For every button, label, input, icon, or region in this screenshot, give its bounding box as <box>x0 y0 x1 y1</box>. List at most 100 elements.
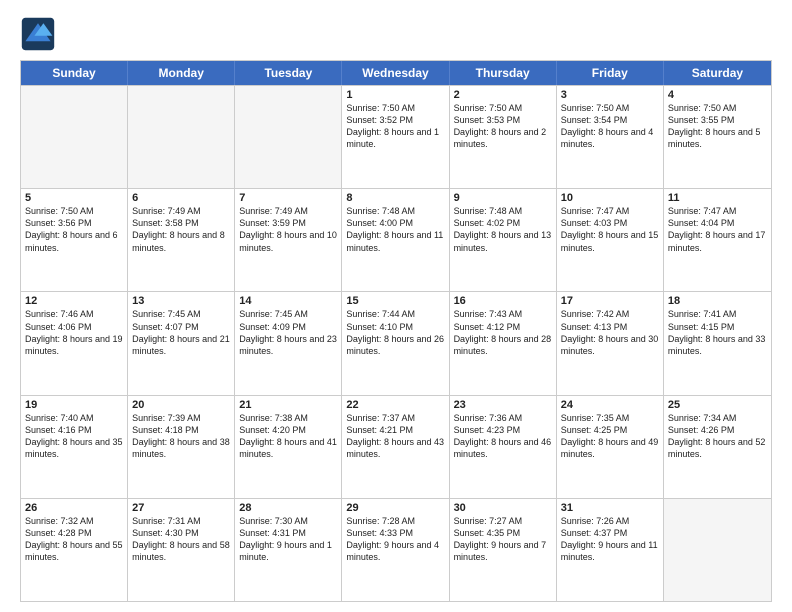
calendar-day-cell: 30Sunrise: 7:27 AM Sunset: 4:35 PM Dayli… <box>450 499 557 601</box>
calendar-week-row: 5Sunrise: 7:50 AM Sunset: 3:56 PM Daylig… <box>21 188 771 291</box>
day-number: 19 <box>25 399 123 411</box>
calendar-day-cell: 13Sunrise: 7:45 AM Sunset: 4:07 PM Dayli… <box>128 292 235 394</box>
day-number: 2 <box>454 89 552 101</box>
day-number: 25 <box>668 399 767 411</box>
day-number: 17 <box>561 295 659 307</box>
calendar-day-cell: 15Sunrise: 7:44 AM Sunset: 4:10 PM Dayli… <box>342 292 449 394</box>
day-info: Sunrise: 7:43 AM Sunset: 4:12 PM Dayligh… <box>454 308 552 357</box>
calendar-day-cell: 31Sunrise: 7:26 AM Sunset: 4:37 PM Dayli… <box>557 499 664 601</box>
calendar-day-cell: 18Sunrise: 7:41 AM Sunset: 4:15 PM Dayli… <box>664 292 771 394</box>
day-info: Sunrise: 7:45 AM Sunset: 4:07 PM Dayligh… <box>132 308 230 357</box>
day-info: Sunrise: 7:31 AM Sunset: 4:30 PM Dayligh… <box>132 515 230 564</box>
day-number: 7 <box>239 192 337 204</box>
weekday-header: Saturday <box>664 61 771 85</box>
day-number: 11 <box>668 192 767 204</box>
calendar-day-cell: 6Sunrise: 7:49 AM Sunset: 3:58 PM Daylig… <box>128 189 235 291</box>
calendar-day-cell: 5Sunrise: 7:50 AM Sunset: 3:56 PM Daylig… <box>21 189 128 291</box>
logo <box>20 16 60 52</box>
calendar-day-cell: 28Sunrise: 7:30 AM Sunset: 4:31 PM Dayli… <box>235 499 342 601</box>
calendar-day-cell: 8Sunrise: 7:48 AM Sunset: 4:00 PM Daylig… <box>342 189 449 291</box>
day-number: 3 <box>561 89 659 101</box>
day-number: 30 <box>454 502 552 514</box>
weekday-header: Tuesday <box>235 61 342 85</box>
calendar-week-row: 1Sunrise: 7:50 AM Sunset: 3:52 PM Daylig… <box>21 85 771 188</box>
day-info: Sunrise: 7:50 AM Sunset: 3:56 PM Dayligh… <box>25 205 123 254</box>
day-info: Sunrise: 7:48 AM Sunset: 4:00 PM Dayligh… <box>346 205 444 254</box>
calendar-day-cell: 7Sunrise: 7:49 AM Sunset: 3:59 PM Daylig… <box>235 189 342 291</box>
calendar-day-cell: 16Sunrise: 7:43 AM Sunset: 4:12 PM Dayli… <box>450 292 557 394</box>
day-info: Sunrise: 7:38 AM Sunset: 4:20 PM Dayligh… <box>239 412 337 461</box>
day-info: Sunrise: 7:35 AM Sunset: 4:25 PM Dayligh… <box>561 412 659 461</box>
day-number: 29 <box>346 502 444 514</box>
calendar-day-cell: 17Sunrise: 7:42 AM Sunset: 4:13 PM Dayli… <box>557 292 664 394</box>
day-number: 27 <box>132 502 230 514</box>
day-number: 24 <box>561 399 659 411</box>
calendar-day-cell: 20Sunrise: 7:39 AM Sunset: 4:18 PM Dayli… <box>128 396 235 498</box>
day-info: Sunrise: 7:45 AM Sunset: 4:09 PM Dayligh… <box>239 308 337 357</box>
day-info: Sunrise: 7:39 AM Sunset: 4:18 PM Dayligh… <box>132 412 230 461</box>
calendar-day-cell: 11Sunrise: 7:47 AM Sunset: 4:04 PM Dayli… <box>664 189 771 291</box>
page: SundayMondayTuesdayWednesdayThursdayFrid… <box>0 0 792 612</box>
calendar-day-cell: 24Sunrise: 7:35 AM Sunset: 4:25 PM Dayli… <box>557 396 664 498</box>
calendar-day-cell: 22Sunrise: 7:37 AM Sunset: 4:21 PM Dayli… <box>342 396 449 498</box>
day-info: Sunrise: 7:46 AM Sunset: 4:06 PM Dayligh… <box>25 308 123 357</box>
day-info: Sunrise: 7:50 AM Sunset: 3:52 PM Dayligh… <box>346 102 444 151</box>
calendar-day-cell: 29Sunrise: 7:28 AM Sunset: 4:33 PM Dayli… <box>342 499 449 601</box>
weekday-header: Sunday <box>21 61 128 85</box>
day-info: Sunrise: 7:50 AM Sunset: 3:54 PM Dayligh… <box>561 102 659 151</box>
calendar-week-row: 19Sunrise: 7:40 AM Sunset: 4:16 PM Dayli… <box>21 395 771 498</box>
calendar-day-cell: 26Sunrise: 7:32 AM Sunset: 4:28 PM Dayli… <box>21 499 128 601</box>
day-number: 31 <box>561 502 659 514</box>
calendar-header: SundayMondayTuesdayWednesdayThursdayFrid… <box>21 61 771 85</box>
weekday-header: Wednesday <box>342 61 449 85</box>
day-number: 5 <box>25 192 123 204</box>
day-number: 14 <box>239 295 337 307</box>
weekday-header: Thursday <box>450 61 557 85</box>
calendar-day-cell: 23Sunrise: 7:36 AM Sunset: 4:23 PM Dayli… <box>450 396 557 498</box>
day-info: Sunrise: 7:37 AM Sunset: 4:21 PM Dayligh… <box>346 412 444 461</box>
day-number: 15 <box>346 295 444 307</box>
calendar-day-cell: 27Sunrise: 7:31 AM Sunset: 4:30 PM Dayli… <box>128 499 235 601</box>
day-number: 8 <box>346 192 444 204</box>
calendar-empty-cell <box>664 499 771 601</box>
day-number: 4 <box>668 89 767 101</box>
day-info: Sunrise: 7:32 AM Sunset: 4:28 PM Dayligh… <box>25 515 123 564</box>
calendar-day-cell: 1Sunrise: 7:50 AM Sunset: 3:52 PM Daylig… <box>342 86 449 188</box>
day-number: 16 <box>454 295 552 307</box>
calendar-empty-cell <box>128 86 235 188</box>
day-info: Sunrise: 7:30 AM Sunset: 4:31 PM Dayligh… <box>239 515 337 564</box>
calendar-day-cell: 21Sunrise: 7:38 AM Sunset: 4:20 PM Dayli… <box>235 396 342 498</box>
day-info: Sunrise: 7:28 AM Sunset: 4:33 PM Dayligh… <box>346 515 444 564</box>
calendar: SundayMondayTuesdayWednesdayThursdayFrid… <box>20 60 772 602</box>
day-info: Sunrise: 7:36 AM Sunset: 4:23 PM Dayligh… <box>454 412 552 461</box>
day-number: 12 <box>25 295 123 307</box>
calendar-day-cell: 14Sunrise: 7:45 AM Sunset: 4:09 PM Dayli… <box>235 292 342 394</box>
calendar-day-cell: 10Sunrise: 7:47 AM Sunset: 4:03 PM Dayli… <box>557 189 664 291</box>
calendar-day-cell: 19Sunrise: 7:40 AM Sunset: 4:16 PM Dayli… <box>21 396 128 498</box>
day-number: 26 <box>25 502 123 514</box>
weekday-header: Friday <box>557 61 664 85</box>
day-info: Sunrise: 7:26 AM Sunset: 4:37 PM Dayligh… <box>561 515 659 564</box>
calendar-day-cell: 4Sunrise: 7:50 AM Sunset: 3:55 PM Daylig… <box>664 86 771 188</box>
day-info: Sunrise: 7:48 AM Sunset: 4:02 PM Dayligh… <box>454 205 552 254</box>
calendar-day-cell: 2Sunrise: 7:50 AM Sunset: 3:53 PM Daylig… <box>450 86 557 188</box>
day-info: Sunrise: 7:41 AM Sunset: 4:15 PM Dayligh… <box>668 308 767 357</box>
day-info: Sunrise: 7:44 AM Sunset: 4:10 PM Dayligh… <box>346 308 444 357</box>
day-number: 20 <box>132 399 230 411</box>
calendar-day-cell: 25Sunrise: 7:34 AM Sunset: 4:26 PM Dayli… <box>664 396 771 498</box>
day-info: Sunrise: 7:47 AM Sunset: 4:03 PM Dayligh… <box>561 205 659 254</box>
day-info: Sunrise: 7:42 AM Sunset: 4:13 PM Dayligh… <box>561 308 659 357</box>
day-number: 18 <box>668 295 767 307</box>
day-info: Sunrise: 7:50 AM Sunset: 3:53 PM Dayligh… <box>454 102 552 151</box>
day-number: 9 <box>454 192 552 204</box>
day-info: Sunrise: 7:27 AM Sunset: 4:35 PM Dayligh… <box>454 515 552 564</box>
calendar-empty-cell <box>21 86 128 188</box>
day-info: Sunrise: 7:49 AM Sunset: 3:58 PM Dayligh… <box>132 205 230 254</box>
day-info: Sunrise: 7:47 AM Sunset: 4:04 PM Dayligh… <box>668 205 767 254</box>
day-number: 23 <box>454 399 552 411</box>
calendar-week-row: 26Sunrise: 7:32 AM Sunset: 4:28 PM Dayli… <box>21 498 771 601</box>
logo-icon <box>20 16 56 52</box>
calendar-day-cell: 9Sunrise: 7:48 AM Sunset: 4:02 PM Daylig… <box>450 189 557 291</box>
day-number: 13 <box>132 295 230 307</box>
day-info: Sunrise: 7:40 AM Sunset: 4:16 PM Dayligh… <box>25 412 123 461</box>
